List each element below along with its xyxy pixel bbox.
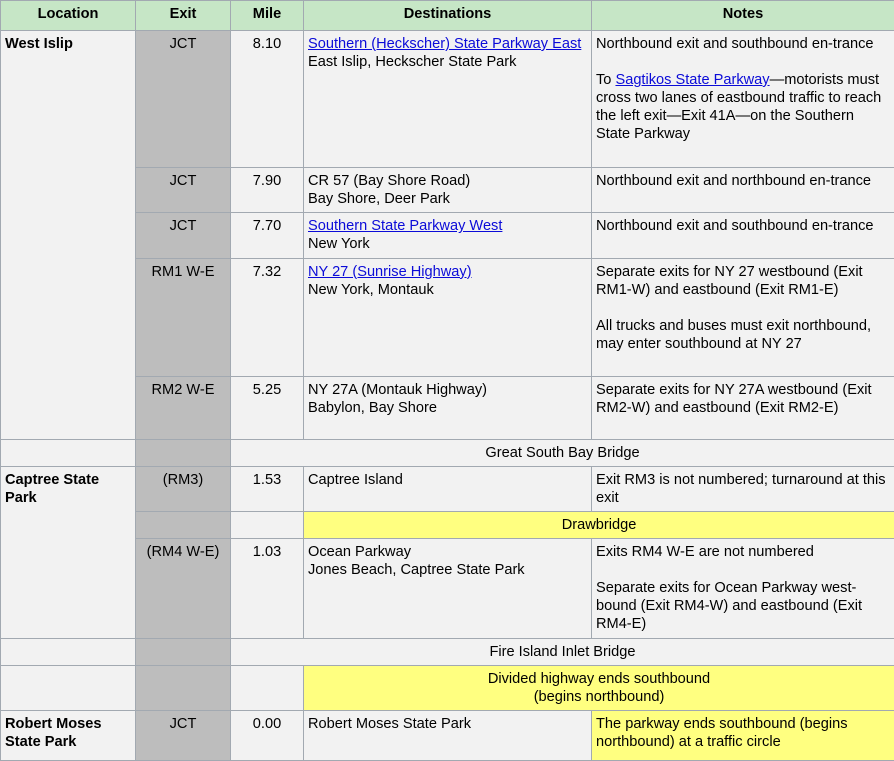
header-destinations: Destinations [303, 0, 592, 31]
exit-cell: (RM3) [135, 466, 231, 513]
mile-cell: 8.10 [230, 29, 304, 169]
exit-cell: JCT [135, 29, 231, 169]
mile-cell-empty [230, 511, 304, 540]
mile-cell: 1.03 [230, 538, 304, 639]
mile-cell: 7.70 [230, 212, 304, 259]
divided-highway-row: Divided highway ends southbound (begins … [303, 664, 894, 711]
bridge-row: Great South Bay Bridge [230, 439, 894, 468]
destination-subtext: East Islip, Heckscher State Park [308, 54, 517, 70]
exit-cell-empty [135, 637, 231, 666]
header-row: Location Exit Mile Destinations Notes [0, 0, 894, 31]
note-text: Northbound exit and southbound en-trance [596, 36, 874, 52]
notes-cell: Separate exits for NY 27A westbound (Exi… [591, 375, 894, 441]
header-exit: Exit [135, 0, 231, 31]
note-text: To Sagtikos State Parkway—motorists must… [596, 72, 882, 142]
table-row: Fire Island Inlet Bridge [0, 637, 894, 666]
table-row: RM2 W-E 5.25 NY 27A (Montauk Highway) Ba… [1, 375, 894, 441]
mile-cell: 5.25 [230, 375, 304, 441]
notes-cell: The parkway ends southbound (begins nort… [591, 709, 894, 761]
destination-cell: Ocean Parkway Jones Beach, Captree State… [303, 538, 592, 639]
exit-cell-empty [135, 511, 231, 540]
table-row: Great South Bay Bridge [0, 439, 894, 468]
mile-cell: 1.53 [230, 466, 304, 513]
table-row: West Islip JCT 8.10 Southern (Heckscher)… [0, 29, 894, 441]
notes-cell: Separate exits for NY 27 westbound (Exit… [591, 257, 894, 377]
location-cell-empty [0, 439, 136, 468]
table-row: JCT 7.70 Southern State Parkway West New… [1, 212, 894, 259]
notes-cell: Northbound exit and southbound en-trance [591, 212, 894, 259]
location-robert-moses: Robert Moses State Park [0, 709, 136, 761]
destination-link[interactable]: NY 27 (Sunrise Highway) [308, 264, 472, 280]
notes-cell: Exits RM4 W-E are not numbered Separate … [591, 538, 894, 639]
exit-cell: JCT [135, 167, 231, 214]
destination-subtext: New York [308, 236, 370, 253]
table-row: (RM4 W-E) 1.03 Ocean Parkway Jones Beach… [1, 538, 894, 639]
location-cell-empty [0, 637, 136, 666]
note-text: All trucks and buses must exit northboun… [596, 317, 871, 352]
destination-cell: CR 57 (Bay Shore Road) Bay Shore, Deer P… [303, 167, 592, 214]
note-text: Separate exits for Ocean Parkway west-bo… [596, 580, 863, 633]
table-row: RM1 W-E 7.32 NY 27 (Sunrise Highway) New… [1, 257, 894, 377]
exit-cell: RM1 W-E [135, 257, 231, 377]
route-table: Location Exit Mile Destinations Notes We… [0, 0, 894, 761]
mile-cell-empty [230, 664, 304, 711]
header-mile: Mile [230, 0, 304, 31]
exit-cell: JCT [135, 212, 231, 259]
header-notes: Notes [591, 0, 894, 31]
destination-subtext: New York, Montauk [308, 281, 434, 298]
destination-cell: Captree Island [303, 466, 592, 513]
destination-link[interactable]: Southern (Heckscher) State Parkway East [308, 36, 581, 52]
mile-cell: 0.00 [230, 709, 304, 761]
destination-cell: Southern State Parkway West New York [303, 212, 592, 259]
drawbridge-row: Drawbridge [303, 511, 894, 540]
header-location: Location [0, 0, 136, 31]
exit-cell: (RM4 W-E) [135, 538, 231, 639]
notes-cell: Northbound exit and southbound en-trance… [591, 29, 894, 169]
notes-cell: Northbound exit and northbound en-trance [591, 167, 894, 214]
location-cell-empty [0, 664, 136, 711]
notes-cell: Exit RM3 is not numbered; turnaround at … [591, 466, 894, 513]
table-row: Captree State Park (RM3) 1.53 Captree Is… [0, 466, 894, 639]
exit-cell: JCT [135, 709, 231, 761]
note-text: Exits RM4 W-E are not numbered [596, 544, 814, 561]
destination-link[interactable]: Southern State Parkway West [308, 218, 502, 234]
location-west-islip: West Islip [0, 29, 136, 441]
exit-cell: RM2 W-E [135, 375, 231, 441]
exit-cell-empty [135, 664, 231, 711]
exit-cell-empty [135, 439, 231, 468]
sagtikos-link[interactable]: Sagtikos State Parkway [615, 72, 769, 88]
mile-cell: 7.90 [230, 167, 304, 214]
destination-cell: NY 27A (Montauk Highway) Babylon, Bay Sh… [303, 375, 592, 441]
bridge-row: Fire Island Inlet Bridge [230, 637, 894, 666]
table-row: JCT 7.90 CR 57 (Bay Shore Road) Bay Shor… [1, 167, 894, 214]
mile-cell: 7.32 [230, 257, 304, 377]
table-row: Robert Moses State Park JCT 0.00 Robert … [0, 709, 894, 761]
destination-cell: Robert Moses State Park [303, 709, 592, 761]
table-row: Drawbridge [1, 511, 894, 540]
destination-cell: NY 27 (Sunrise Highway) New York, Montau… [303, 257, 592, 377]
note-text: Separate exits for NY 27 westbound (Exit… [596, 263, 863, 298]
location-captree: Captree State Park [0, 466, 136, 639]
table-row: Divided highway ends southbound (begins … [0, 664, 894, 711]
destination-cell: Southern (Heckscher) State Parkway East … [303, 29, 592, 169]
